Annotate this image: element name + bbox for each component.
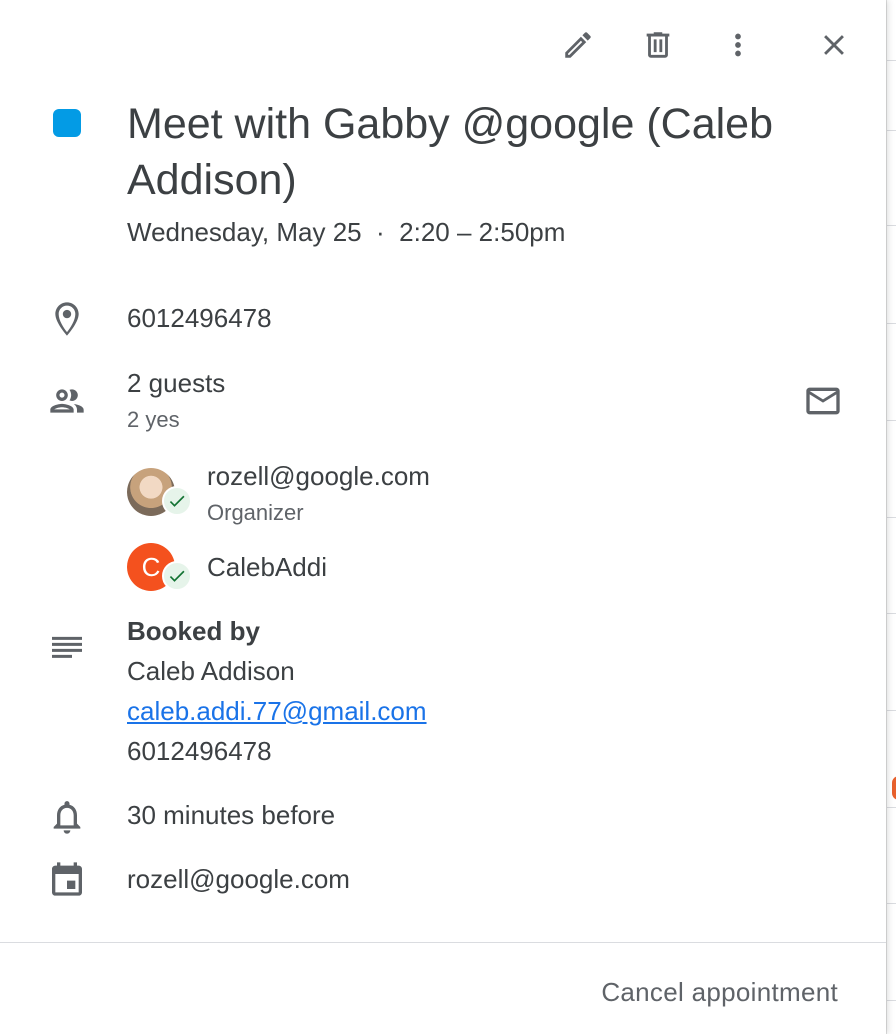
guests-row-icon	[46, 380, 88, 422]
pencil-icon	[565, 32, 591, 58]
reminder-row-icon	[46, 796, 88, 838]
edit-event-button[interactable]	[554, 21, 602, 69]
guests-summary: 2 guests	[127, 368, 226, 398]
people-icon	[50, 389, 84, 413]
background-calendar-grid	[886, 0, 896, 1034]
guest-name[interactable]: rozell@google.com	[207, 459, 430, 493]
calendar-row-icon	[46, 858, 88, 900]
calendar-owner: rozell@google.com	[127, 864, 350, 894]
notes-icon	[52, 636, 82, 658]
email-icon	[806, 387, 840, 415]
guests-responses: 2 yes	[127, 407, 180, 432]
location-pin-icon	[55, 302, 79, 336]
trash-icon	[646, 32, 670, 58]
event-title: Meet with Gabby @google (Caleb Addison)	[127, 100, 773, 204]
background-event-chip	[892, 776, 896, 800]
check-icon	[169, 570, 185, 582]
cancel-appointment-button[interactable]: Cancel appointment	[601, 972, 838, 1012]
booker-email-link[interactable]: caleb.addi.77@gmail.com	[127, 694, 427, 728]
divider	[0, 942, 886, 943]
accepted-badge	[162, 486, 192, 516]
close-button[interactable]	[810, 21, 858, 69]
accepted-badge	[162, 561, 192, 591]
more-options-button[interactable]	[714, 21, 762, 69]
guest-name[interactable]: CalebAddi	[207, 550, 327, 584]
calendar-icon	[52, 862, 82, 896]
more-vert-icon	[735, 33, 741, 57]
event-datetime: Wednesday, May 25 · 2:20 – 2:50pm	[127, 217, 566, 247]
booker-name: Caleb Addison	[127, 656, 295, 686]
event-location: 6012496478	[127, 303, 272, 333]
close-icon	[824, 35, 844, 55]
check-icon	[169, 495, 185, 507]
event-color-chip	[53, 109, 81, 137]
location-row-icon	[46, 298, 88, 340]
event-details-dialog: Meet with Gabby @google (Caleb Addison) …	[0, 0, 886, 1034]
delete-event-button[interactable]	[634, 21, 682, 69]
bell-icon	[53, 801, 81, 834]
guest-role: Organizer	[207, 500, 304, 525]
description-heading: Booked by	[127, 616, 260, 646]
reminder-text: 30 minutes before	[127, 800, 336, 830]
booker-phone: 6012496478	[127, 736, 272, 766]
description-row-icon	[46, 630, 88, 672]
email-guests-button[interactable]	[799, 377, 847, 425]
